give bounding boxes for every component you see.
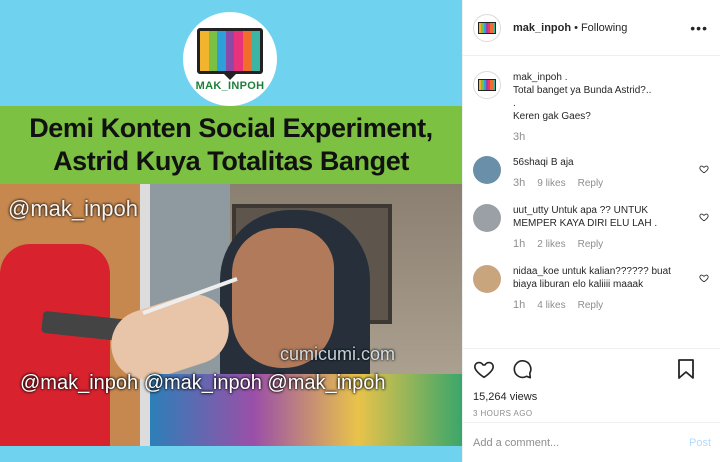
comment-avatar[interactable] [473, 265, 501, 293]
comment-time: 3h [513, 177, 526, 189]
comment-item: nidaa_koe untuk kalian?????? buat biaya … [473, 265, 711, 312]
comments-list[interactable]: mak_inpoh . Total banget ya Bunda Astrid… [463, 57, 720, 347]
caption-time: 3h [513, 131, 526, 143]
brand-logo: MAK_INPOH [183, 12, 277, 106]
post-button[interactable]: Post [689, 437, 711, 449]
reply-button[interactable]: Reply [578, 177, 604, 190]
watermark-top: @mak_inpoh [8, 196, 138, 221]
author-avatar[interactable] [473, 13, 501, 42]
heart-icon[interactable] [473, 358, 495, 380]
comment-item: 56shaqi B aja 3h 9 likes Reply [473, 156, 711, 190]
post-media[interactable]: MAK_INPOH Demi Konten Social Experiment,… [0, 0, 462, 462]
post-actions: 15,264 views 3 HOURS AGO [463, 348, 720, 418]
brand-logo-text: MAK_INPOH [195, 80, 265, 92]
comment-time: 1h [513, 299, 526, 311]
comment-icon[interactable] [511, 358, 533, 380]
caption: mak_inpoh . Total banget ya Bunda Astrid… [473, 71, 711, 144]
header-separator: • [574, 21, 578, 34]
caption-line-3: Keren gak Gaes? [513, 111, 591, 122]
comment-avatar[interactable] [473, 204, 501, 232]
follow-status[interactable]: Following [581, 22, 627, 34]
tv-logo-icon [197, 28, 263, 74]
headline-band: Demi Konten Social Experiment, Astrid Ku… [0, 106, 462, 184]
post-timestamp: 3 HOURS AGO [473, 409, 533, 418]
caption-avatar[interactable] [473, 71, 501, 99]
tv-logo-icon [478, 21, 496, 34]
bookmark-icon[interactable] [677, 359, 695, 379]
heart-icon[interactable] [699, 164, 709, 174]
heart-icon[interactable] [699, 273, 709, 283]
tv-logo-icon [478, 79, 496, 91]
comment-avatar[interactable] [473, 156, 501, 184]
watermark-bottom: @mak_inpoh @mak_inpoh @mak_inpoh [20, 372, 386, 394]
comment-input[interactable] [473, 436, 689, 449]
headline-line-2: Astrid Kuya Totalitas Banget [53, 146, 409, 176]
caption-line-1: Total banget ya Bunda Astrid?.. [513, 85, 652, 96]
add-comment-bar: Post [463, 422, 720, 462]
author-username[interactable]: mak_inpoh [513, 22, 571, 34]
comment-likes[interactable]: 2 likes [537, 238, 565, 251]
comment-username[interactable]: uut_utty [513, 205, 549, 216]
makeup-artist [0, 244, 110, 446]
caption-line-2: . [513, 98, 516, 109]
comment-time: 1h [513, 238, 526, 250]
ellipsis-icon[interactable]: ••• [690, 20, 708, 36]
watermark-site: cumicumi.com [280, 344, 396, 364]
heart-icon[interactable] [699, 212, 709, 222]
caption-username[interactable]: mak_inpoh [513, 72, 562, 83]
comment-item: uut_utty Untuk apa ?? UNTUK MEMPER KAYA … [473, 204, 711, 251]
headline-line-1: Demi Konten Social Experiment, [29, 113, 433, 143]
comment-username[interactable]: 56shaqi [513, 157, 548, 168]
reply-button[interactable]: Reply [578, 238, 604, 251]
comment-username[interactable]: nidaa_koe [513, 266, 559, 277]
reply-button[interactable]: Reply [578, 299, 604, 312]
video-frame: @mak_inpoh cumicumi.com @mak_inpoh @mak_… [0, 184, 462, 446]
view-count[interactable]: 15,264 views [473, 391, 711, 403]
post-header: mak_inpoh • Following ••• [463, 0, 720, 56]
comment-text: B aja [550, 157, 574, 168]
comment-likes[interactable]: 4 likes [537, 299, 565, 312]
comment-likes[interactable]: 9 likes [537, 177, 565, 190]
post-side-panel: mak_inpoh • Following ••• mak_inpoh . Tota… [462, 0, 720, 462]
